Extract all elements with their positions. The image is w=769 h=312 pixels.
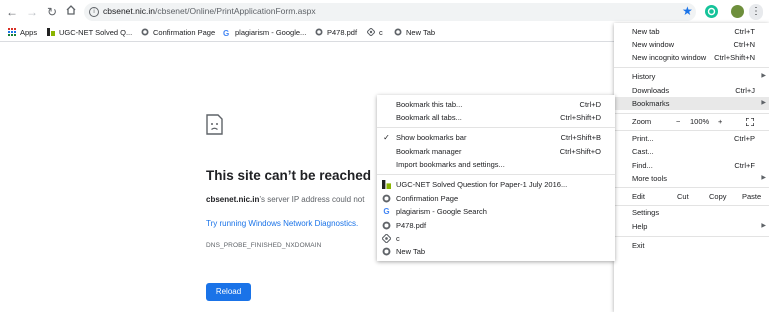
bookmark-confirmation-page[interactable]: Confirmation Page: [141, 26, 215, 39]
bookmark-new-tab[interactable]: New Tab: [394, 26, 435, 39]
menu-print[interactable]: Print... Ctrl+P: [614, 132, 769, 145]
menu-divider: [614, 187, 769, 188]
globe-icon: [382, 221, 391, 230]
submenu-bookmark-this-tab[interactable]: Bookmark this tab... Ctrl+D: [377, 98, 615, 111]
google-icon: G: [223, 29, 230, 38]
submenu-import-bookmarks[interactable]: Import bookmarks and settings...: [377, 158, 615, 171]
submenu-divider: [377, 174, 615, 175]
menu-settings[interactable]: Settings: [614, 206, 769, 219]
menu-more-tools[interactable]: More tools ▶: [614, 172, 769, 185]
fullscreen-icon[interactable]: [745, 117, 755, 127]
zoom-out-button[interactable]: −: [676, 115, 680, 128]
google-icon: G: [383, 207, 390, 216]
chevron-right-icon: ▶: [761, 73, 766, 79]
sad-page-icon: [206, 114, 223, 135]
menu-divider: [614, 113, 769, 114]
address-bar[interactable]: i cbsenet.nic.in/cbsenet/Online/PrintApp…: [84, 3, 696, 21]
submenu-bookmark-ugc-net[interactable]: UGC-NET Solved Question for Paper-1 July…: [377, 178, 615, 191]
edit-copy-button[interactable]: Copy: [709, 190, 727, 203]
submenu-bookmark-confirmation-page[interactable]: Confirmation Page: [377, 192, 615, 205]
zoom-level: 100%: [690, 117, 710, 126]
grammarly-extension-icon[interactable]: [705, 5, 718, 18]
globe-icon: [394, 28, 402, 36]
menu-cast[interactable]: Cast...: [614, 145, 769, 158]
submenu-bookmark-plagiarism[interactable]: G plagiarism - Google Search: [377, 205, 615, 218]
bookmark-p478[interactable]: P478.pdf: [315, 26, 357, 39]
menu-new-window[interactable]: New window Ctrl+N: [614, 38, 769, 51]
forward-icon[interactable]: →: [24, 4, 40, 20]
diamond-icon: [367, 28, 375, 36]
edit-cut-button[interactable]: Cut: [677, 190, 689, 203]
menu-find[interactable]: Find... Ctrl+F: [614, 159, 769, 172]
apps-grid-icon: [8, 28, 16, 36]
globe-icon: [141, 28, 149, 36]
chevron-right-icon: ▶: [761, 175, 766, 181]
error-description: cbsenet.nic.in’s server IP address could…: [206, 195, 365, 204]
menu-new-incognito[interactable]: New incognito window Ctrl+Shift+N: [614, 51, 769, 64]
bookmarks-submenu: Bookmark this tab... Ctrl+D Bookmark all …: [377, 95, 615, 261]
menu-exit[interactable]: Exit: [614, 239, 769, 252]
reload-button[interactable]: Reload: [206, 283, 251, 301]
submenu-show-bookmarks-bar[interactable]: ✓ Show bookmarks bar Ctrl+Shift+B: [377, 131, 615, 144]
back-icon[interactable]: ←: [4, 4, 20, 20]
checkmark-icon: ✓: [383, 133, 390, 142]
edit-paste-button[interactable]: Paste: [742, 190, 761, 203]
menu-history[interactable]: History ▶: [614, 70, 769, 83]
globe-icon: [382, 194, 391, 203]
menu-bookmarks[interactable]: Bookmarks ▶: [614, 97, 769, 110]
ugc-site-icon: [382, 180, 391, 189]
error-code: DNS_PROBE_FINISHED_NXDOMAIN: [206, 242, 322, 249]
submenu-divider: [377, 127, 615, 128]
submenu-bookmark-all-tabs[interactable]: Bookmark all tabs... Ctrl+Shift+D: [377, 111, 615, 124]
menu-divider: [614, 67, 769, 68]
info-icon[interactable]: i: [89, 7, 99, 17]
menu-new-tab[interactable]: New tab Ctrl+T: [614, 25, 769, 38]
diamond-icon: [381, 233, 392, 244]
menu-divider: [614, 236, 769, 237]
ugc-site-icon: [47, 28, 55, 36]
menu-help[interactable]: Help ▶: [614, 220, 769, 233]
globe-icon: [382, 247, 391, 256]
bookmark-plagiarism[interactable]: Gplagiarism - Google...: [223, 26, 306, 39]
globe-icon: [315, 28, 323, 36]
menu-downloads[interactable]: Downloads Ctrl+J: [614, 84, 769, 97]
network-diagnostics-link[interactable]: Try running Windows Network Diagnostics.: [206, 219, 358, 228]
zoom-in-button[interactable]: +: [718, 115, 722, 128]
chrome-main-menu: New tab Ctrl+T New window Ctrl+N New incog…: [614, 23, 769, 312]
url-text[interactable]: cbsenet.nic.in/cbsenet/Online/PrintAppli…: [103, 6, 316, 16]
error-title: This site can’t be reached: [206, 168, 372, 183]
profile-avatar[interactable]: [731, 5, 744, 18]
browser-toolbar: ← → ↻ i cbsenet.nic.in/cbsenet/Online/Pr…: [0, 0, 769, 24]
reload-icon[interactable]: ↻: [44, 4, 60, 20]
bookmark-c[interactable]: c: [367, 26, 383, 39]
menu-divider: [614, 130, 769, 131]
submenu-bookmark-manager[interactable]: Bookmark manager Ctrl+Shift+O: [377, 145, 615, 158]
home-icon[interactable]: [63, 4, 79, 20]
star-icon[interactable]: ★: [682, 4, 693, 18]
menu-dots-icon[interactable]: ⋮: [749, 4, 763, 20]
apps-shortcut[interactable]: Apps: [8, 26, 37, 39]
submenu-bookmark-new-tab[interactable]: New Tab: [377, 245, 615, 258]
chevron-right-icon: ▶: [761, 100, 766, 106]
bookmark-ugc-net[interactable]: UGC-NET Solved Q...: [47, 26, 132, 39]
chevron-right-icon: ▶: [761, 223, 766, 229]
menu-zoom-row: Zoom − 100% +: [614, 115, 769, 128]
submenu-bookmark-c[interactable]: c: [377, 232, 615, 245]
menu-edit-row: Edit Cut Copy Paste: [632, 190, 762, 203]
submenu-bookmark-p478[interactable]: P478.pdf: [377, 219, 615, 232]
